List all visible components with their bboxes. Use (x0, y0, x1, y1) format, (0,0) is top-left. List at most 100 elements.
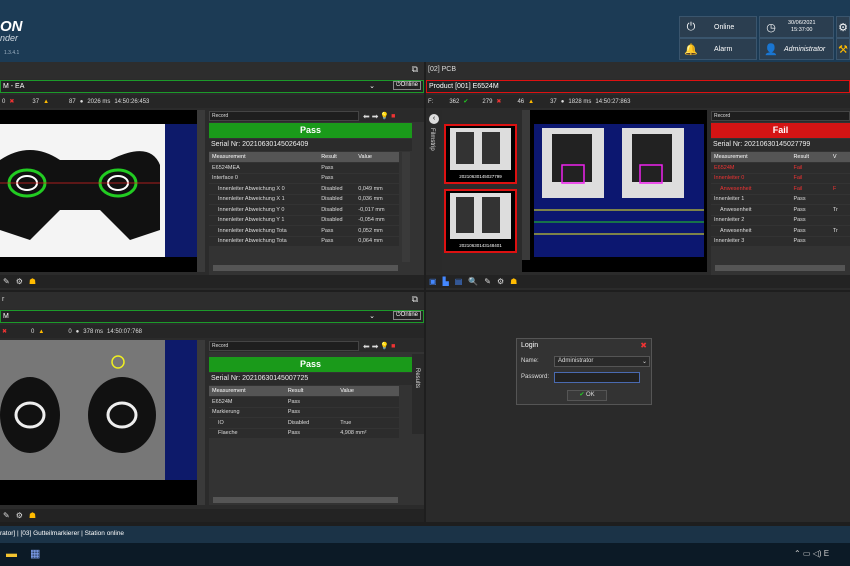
expand-icon[interactable]: ⧉ (412, 64, 418, 75)
online-button[interactable]: ⏻Online (392, 81, 421, 90)
cycle-time: 1828 ms (568, 98, 592, 105)
table-row[interactable]: Interface 0 Pass (209, 173, 399, 184)
panel-toolbar: ✎ ⚙ ☗ (0, 275, 424, 288)
camera-image[interactable] (522, 110, 707, 272)
table-row[interactable]: Markierung Pass (209, 407, 399, 418)
password-field[interactable] (554, 372, 640, 383)
serial-number: Serial Nr: 20210630145027799 (711, 139, 850, 151)
col-result: Result (284, 386, 338, 397)
product-bar: Product [001] E6524M (426, 80, 850, 93)
table-row[interactable]: Anwesenheit Pass Tr (711, 225, 850, 237)
pdf-icon[interactable]: ■ (391, 343, 395, 350)
table-row[interactable]: Innenleiter Abweichung X 1 Disabled 0,036 … (209, 194, 399, 205)
collapse-icon[interactable]: ‹ (429, 114, 439, 124)
table-row[interactable]: Flaeche Pass 4,908 mm² (209, 428, 399, 439)
part-image (0, 340, 199, 480)
person-icon[interactable]: ☗ (510, 277, 517, 286)
online-status-button[interactable]: ⏻ Online (679, 16, 757, 38)
image-icon[interactable]: ▣ (429, 277, 437, 286)
name-select[interactable]: Administrator ⌄ (554, 356, 650, 367)
list-icon[interactable]: ▤ (455, 277, 463, 286)
record-bar: Record (711, 110, 850, 122)
table-row[interactable]: Innenleiter 1 Pass (711, 194, 850, 205)
camera-image[interactable] (0, 340, 205, 505)
gear-icon[interactable]: ⚙ (16, 511, 23, 520)
results-side-tab[interactable]: Results (412, 354, 424, 434)
verdict-pass: Pass (209, 357, 412, 372)
table-row[interactable]: Innenleiter 0 Fail (711, 173, 850, 184)
thumbnail-2[interactable]: 20210630143148401 (444, 189, 517, 253)
chevron-down-icon[interactable]: ⌄ (369, 82, 375, 90)
table-row[interactable]: E6524MEA Pass (209, 162, 399, 174)
table-row[interactable]: Innenleiter Abweichung Tota Pass 0,064 mm (209, 236, 399, 247)
app-icon[interactable]: ▦ (30, 547, 40, 560)
image-vscroll[interactable] (522, 110, 530, 260)
table-row[interactable]: Anwesenheit Pass Tr (711, 204, 850, 216)
status-text: rator] | [03] Gutteilmarkierer | Station… (0, 530, 125, 537)
pencil-icon[interactable]: ✎ (484, 277, 491, 286)
table-hscroll[interactable] (715, 265, 845, 271)
arrow-left-icon[interactable]: ⬅ (363, 112, 370, 121)
thumbnail-1[interactable]: 20210630145027799 (444, 124, 517, 184)
arrow-left-icon[interactable]: ⬅ (363, 342, 370, 351)
person-icon[interactable]: ☗ (29, 277, 36, 286)
user-button[interactable]: 👤 Administrator (759, 38, 834, 60)
panel-title: r ⧉ (0, 292, 424, 309)
timestamp: 14:50:26:453 (114, 98, 150, 105)
settings-button[interactable]: ⚙ (836, 16, 850, 38)
table-row[interactable]: E6524M Pass (209, 396, 399, 408)
person-icon[interactable]: ☗ (29, 511, 36, 520)
tools-button[interactable]: ⚒ (836, 38, 850, 60)
login-title-bar: Login ✖ (517, 339, 651, 352)
image-vscroll[interactable] (197, 340, 205, 505)
record-bar: Record ⬅ ➡ 💡 ■ (209, 340, 424, 352)
tray-icons[interactable]: ⌃ ▭ ◁) E (794, 549, 829, 558)
record-select[interactable]: Record (209, 111, 359, 121)
chevron-down-icon[interactable]: ⌄ (369, 312, 375, 320)
table-row[interactable]: Innenleiter Abweichung Tota Pass 0,052 mm (209, 225, 399, 237)
table-hscroll[interactable] (213, 497, 398, 503)
table-row[interactable]: Innenleiter Abweichung X 0 Disabled 0,049 … (209, 183, 399, 195)
thumbnail-caption: 20210630143148401 (459, 243, 502, 248)
table-row[interactable]: Innenleiter Abweichung Y 1 Disabled -0,054… (209, 215, 399, 226)
expand-icon[interactable]: ⧉ (412, 294, 418, 305)
bulb-icon[interactable]: 💡 (380, 112, 389, 120)
pdf-icon[interactable]: ■ (391, 113, 395, 120)
gear-icon[interactable]: ⚙ (497, 277, 504, 286)
gear-icon[interactable]: ⚙ (16, 277, 23, 286)
check-icon: ✔ (463, 99, 469, 105)
table-row[interactable]: Innenleiter 3 Pass (711, 236, 850, 247)
fail-count: 279 (482, 98, 493, 105)
clock-display: ◷ 30/06/2021 15:37:00 (759, 16, 834, 38)
info-icon: ● (79, 98, 84, 105)
table-vscroll[interactable] (402, 152, 410, 262)
table-hscroll[interactable] (213, 265, 398, 271)
table-row[interactable]: E6524M Fail (711, 162, 850, 174)
table-row[interactable]: IO Disabled True (209, 417, 399, 429)
results-panel: Record ⬅ ➡ 💡 ■ Pass Serial Nr: 202106301… (209, 110, 424, 275)
record-select[interactable]: Record (711, 111, 850, 121)
arrow-right-icon[interactable]: ➡ (372, 342, 379, 351)
alarm-button[interactable]: 🔔 Alarm (679, 38, 757, 60)
table-row[interactable]: Innenleiter Abweichung Y 0 Disabled -0,017… (209, 204, 399, 216)
ok-button[interactable]: ✔ OK (567, 390, 607, 401)
arrow-right-icon[interactable]: ➡ (372, 112, 379, 121)
results-table: Measurement Result Value E6524MEA Pass Inte… (209, 152, 399, 247)
online-button[interactable]: ⏻Online (392, 311, 421, 320)
bulb-icon[interactable]: 💡 (380, 342, 389, 350)
filmstrip-tab[interactable]: ‹ Filmstrip (426, 110, 442, 272)
table-row[interactable]: Innenleiter 2 Pass (711, 215, 850, 226)
table-row[interactable]: Anwesenheit Fail F (711, 183, 850, 195)
record-select[interactable]: Record (209, 341, 359, 351)
chart-icon[interactable]: ▙ (443, 277, 449, 286)
pencil-icon[interactable]: ✎ (3, 511, 10, 520)
folder-icon[interactable]: ▬ (6, 548, 17, 560)
camera-image[interactable] (0, 110, 205, 272)
results-table-wrap: Measurement Result Value E6524MEA Pass Inte… (209, 152, 399, 247)
close-icon[interactable]: ✖ (640, 341, 647, 350)
password-label: Password: (521, 374, 550, 380)
zoom-icon[interactable]: 🔍 (468, 277, 478, 286)
image-vscroll[interactable] (197, 110, 205, 272)
pencil-icon[interactable]: ✎ (3, 277, 10, 286)
verdict-pass: Pass (209, 123, 412, 138)
